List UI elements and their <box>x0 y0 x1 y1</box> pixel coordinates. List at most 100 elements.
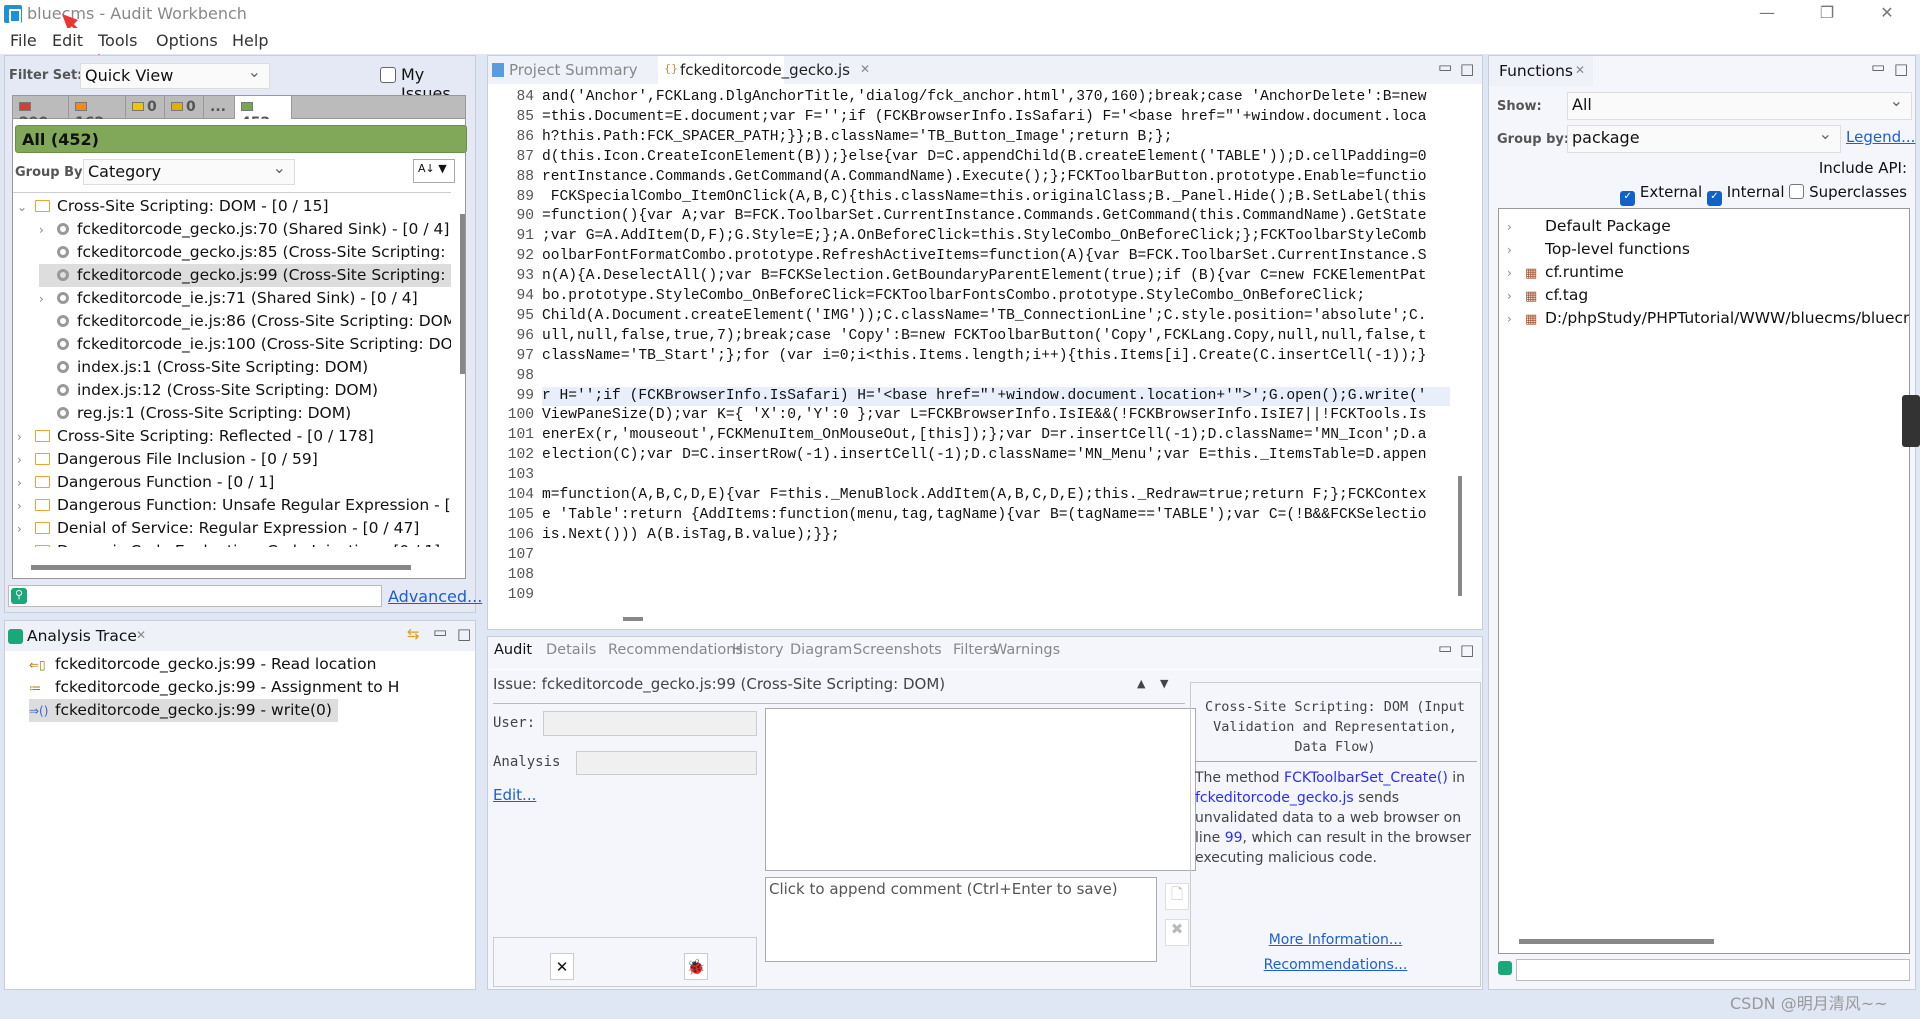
user-field[interactable] <box>543 711 757 736</box>
minimize-icon[interactable]: ▭ <box>433 623 447 641</box>
line-link[interactable]: 99 <box>1225 830 1243 846</box>
side-handle[interactable] <box>1902 395 1920 447</box>
chevron-right-icon[interactable]: › <box>17 472 35 495</box>
minimize-icon[interactable]: ▭ <box>1871 58 1885 76</box>
tab-fckeditorcode-gecko[interactable]: fckeditorcode_gecko.js <box>680 61 850 79</box>
maximize-icon[interactable]: □ <box>1894 60 1908 78</box>
chevron-right-icon[interactable]: › <box>17 518 35 541</box>
minimize-button[interactable]: — <box>1752 3 1782 22</box>
add-comment-icon[interactable]: 🗋 <box>1165 883 1189 910</box>
my-issues-checkbox[interactable] <box>380 67 396 83</box>
tree-row[interactable]: index.js:12 (Cross-Site Scripting: DOM) <box>39 379 378 402</box>
trace-item[interactable]: ≔ fckeditorcode_gecko.js:99 - Assignment … <box>29 676 405 699</box>
filter-set-select[interactable]: Quick View <box>80 62 270 89</box>
chevron-right-icon[interactable]: › <box>1507 239 1525 262</box>
tree-row[interactable]: › fckeditorcode_ie.js:71 (Shared Sink) - … <box>39 287 418 310</box>
severity-tab-high[interactable]: 162 <box>69 96 126 131</box>
chevron-right-icon[interactable]: › <box>1507 216 1525 239</box>
chevron-right-icon[interactable]: › <box>1507 262 1525 285</box>
functions-search-input[interactable] <box>1516 959 1910 981</box>
tab-history[interactable]: History <box>732 642 784 658</box>
tree-row[interactable]: › fckeditorcode_gecko.js:70 (Shared Sink)… <box>39 218 449 241</box>
maximize-icon[interactable]: □ <box>457 625 471 643</box>
sort-button[interactable]: A↓ ▼ <box>413 159 455 183</box>
advanced-link[interactable]: Advanced... <box>388 587 482 606</box>
menu-help[interactable]: Help <box>232 31 268 50</box>
functions-hscrollbar[interactable] <box>1519 939 1714 944</box>
analysis-select[interactable] <box>576 751 757 775</box>
show-select[interactable]: All <box>1567 91 1912 120</box>
sync-icon[interactable]: ⇆ <box>407 625 420 643</box>
tree-hscrollbar[interactable] <box>31 565 411 570</box>
menu-file[interactable]: File <box>10 31 37 50</box>
tab-warnings[interactable]: Warnings <box>993 642 1060 658</box>
legend-link[interactable]: Legend... <box>1846 128 1915 146</box>
chevron-right-icon[interactable]: › <box>39 219 57 242</box>
tab-details[interactable]: Details <box>546 642 596 658</box>
tree-row[interactable]: fckeditorcode_gecko.js:85 (Cross-Site Sc… <box>39 241 451 264</box>
external-checkbox[interactable]: ✓ <box>1620 191 1636 206</box>
maximize-icon[interactable]: □ <box>1460 641 1474 659</box>
menu-tools[interactable]: Tools <box>98 31 137 50</box>
chevron-down-icon[interactable]: ⌄ <box>17 196 35 219</box>
trace-item[interactable]: ⇒() fckeditorcode_gecko.js:99 - write(0) <box>29 699 338 722</box>
tab-project-summary[interactable]: Project Summary <box>509 61 638 79</box>
chevron-right-icon[interactable]: › <box>1507 308 1525 331</box>
method-link[interactable]: FCKToolbarSet_Create() <box>1284 770 1448 786</box>
tree-row[interactable]: fckeditorcode_gecko.js:99 (Cross-Site Sc… <box>39 264 451 287</box>
group-by-select[interactable]: Category <box>83 158 295 185</box>
file-link[interactable]: fckeditorcode_gecko.js <box>1195 790 1354 806</box>
all-issues-bar[interactable]: All (452) <box>15 125 467 153</box>
group-by-select[interactable]: package <box>1567 124 1841 153</box>
chevron-right-icon[interactable]: › <box>17 541 35 547</box>
function-tree-row[interactable]: › ▦ cf.runtime <box>1507 261 1624 284</box>
close-button[interactable]: ✕ <box>1872 3 1902 22</box>
more-information-link[interactable]: More Information... <box>1191 932 1480 948</box>
next-issue-button[interactable]: ▼ <box>1160 677 1168 690</box>
tree-row[interactable]: fckeditorcode_ie.js:86 (Cross-Site Scrip… <box>39 310 451 333</box>
tree-vscrollbar[interactable] <box>460 214 465 374</box>
restore-button[interactable]: ❐ <box>1812 3 1842 22</box>
menu-options[interactable]: Options <box>156 31 218 50</box>
functions-tab-title[interactable]: Functions <box>1499 62 1573 80</box>
chevron-right-icon[interactable]: › <box>17 426 35 449</box>
chevron-right-icon[interactable]: › <box>17 495 35 518</box>
trace-tab-title[interactable]: Analysis Trace <box>27 627 137 645</box>
tree-row[interactable]: › Denial of Service: Regular Expression -… <box>17 517 419 540</box>
tab-diagram[interactable]: Diagram <box>790 642 852 658</box>
editor-hscrollbar[interactable] <box>623 617 643 621</box>
severity-tab-more[interactable]: ... <box>204 96 235 119</box>
function-tree-row[interactable]: › ▦ cf.tag <box>1507 284 1588 307</box>
suppress-button[interactable]: ✕ <box>550 953 574 980</box>
minimize-icon[interactable]: ▭ <box>1438 58 1452 76</box>
comment-input[interactable]: Click to append comment (Ctrl+Enter to s… <box>765 877 1157 962</box>
prev-issue-button[interactable]: ▲ <box>1137 677 1145 690</box>
close-tab-icon[interactable]: ✕ <box>860 62 870 76</box>
superclasses-checkbox[interactable] <box>1789 184 1805 199</box>
tree-row[interactable]: ⌄ Cross-Site Scripting: DOM - [0 / 15] <box>17 195 329 218</box>
chevron-right-icon[interactable]: › <box>1507 285 1525 308</box>
issue-search-input[interactable]: ⚲ <box>8 585 382 607</box>
function-tree-row[interactable]: › Top-level functions <box>1507 238 1690 261</box>
editor-vscrollbar[interactable] <box>1458 476 1462 596</box>
tree-row[interactable]: › Cross-Site Scripting: Reflected - [0 / … <box>17 425 374 448</box>
tab-screenshots[interactable]: Screenshots <box>853 642 942 658</box>
tree-row[interactable]: › Dynamic Code Evaluation: Code Injection… <box>17 540 440 547</box>
tab-filters[interactable]: Filters <box>953 642 996 658</box>
close-tab-icon[interactable]: ✕ <box>136 628 146 642</box>
menu-edit[interactable]: Edit <box>52 31 83 50</box>
tree-row[interactable]: index.js:1 (Cross-Site Scripting: DOM) <box>39 356 368 379</box>
severity-tab-medium[interactable]: 0 <box>126 96 165 119</box>
tab-recommendations[interactable]: Recommendations <box>608 642 743 658</box>
internal-checkbox[interactable]: ✓ <box>1706 191 1722 206</box>
tab-audit[interactable]: Audit <box>494 642 532 658</box>
severity-tab-critical[interactable]: 290 <box>13 96 69 131</box>
edit-link[interactable]: Edit... <box>493 786 536 804</box>
code-view[interactable]: 84 and('Anchor',FCKLang.DlgAnchorTitle,'d… <box>490 88 1450 608</box>
tree-row[interactable]: reg.js:1 (Cross-Site Scripting: DOM) <box>39 402 351 425</box>
file-bug-button[interactable]: 🐞 <box>684 953 708 980</box>
severity-tab-all[interactable]: 452 <box>235 96 292 131</box>
close-tab-icon[interactable]: ✕ <box>1575 63 1585 77</box>
tree-row[interactable]: › Dangerous Function: Unsafe Regular Expr… <box>17 494 451 517</box>
chevron-right-icon[interactable]: › <box>39 288 57 311</box>
